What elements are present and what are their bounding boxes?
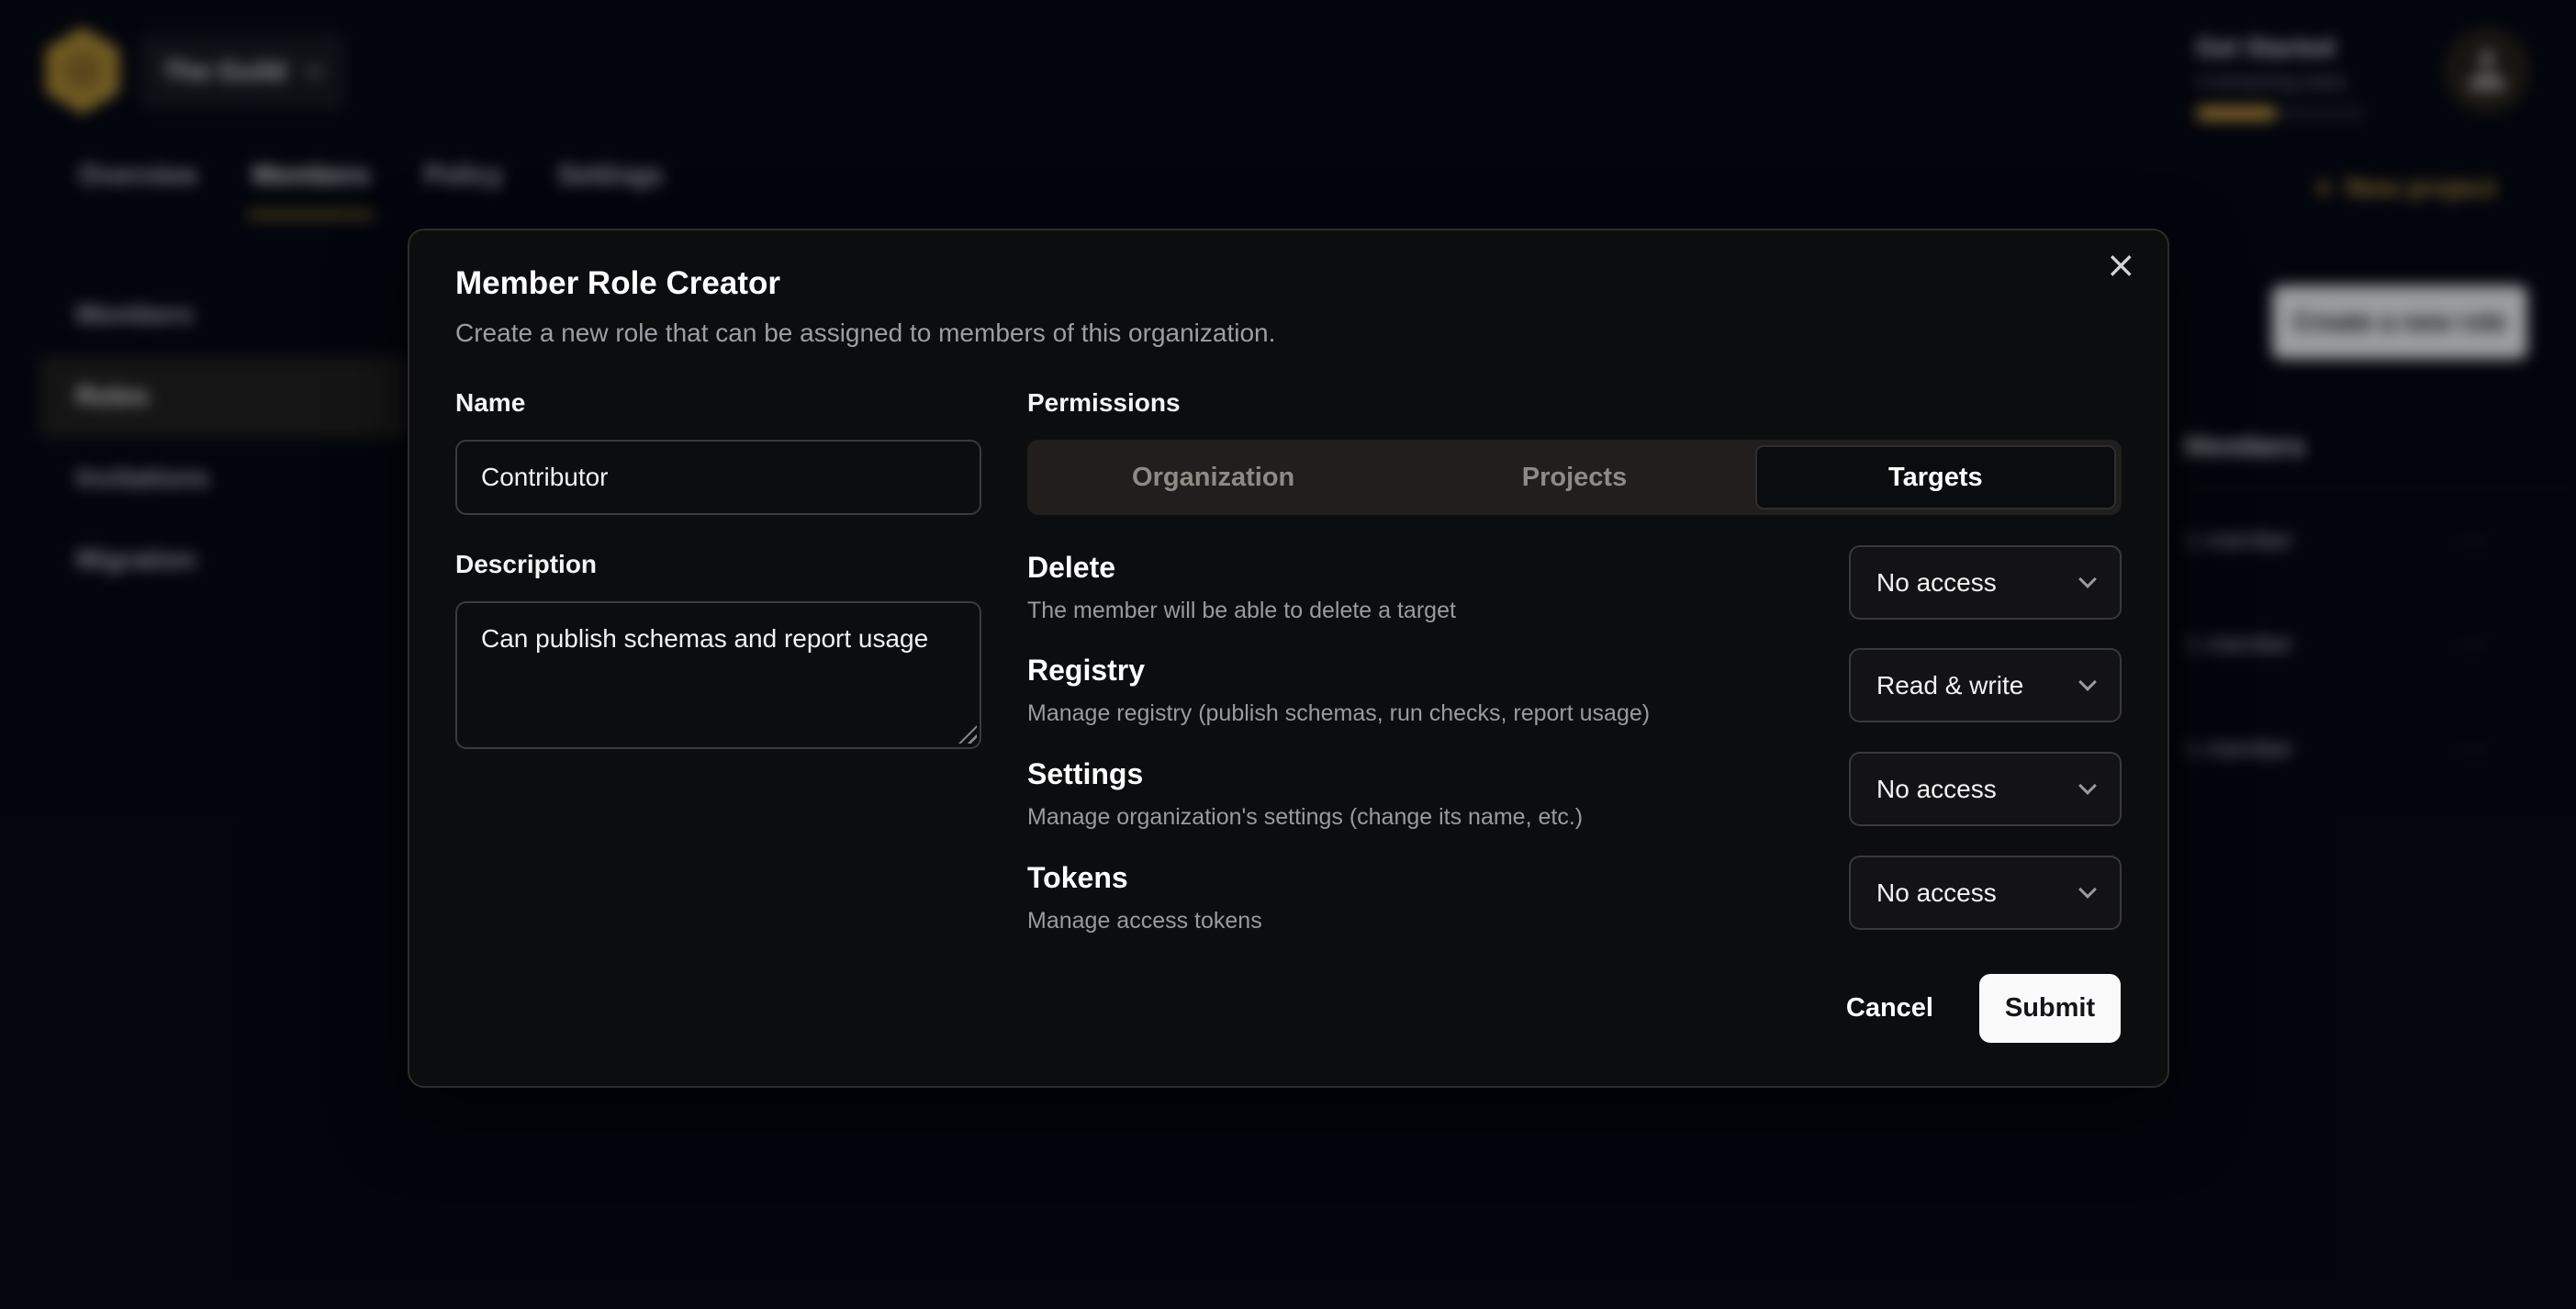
new-project-label: New project — [2346, 173, 2496, 204]
description-label: Description — [455, 550, 597, 579]
permission-row-registry: Registry Manage registry (publish schema… — [1027, 654, 2122, 727]
tab-projects[interactable]: Projects — [1394, 445, 1754, 509]
permissions-label: Permissions — [1027, 388, 1181, 418]
members-column-header: Members — [2184, 431, 2305, 463]
chevron-down-icon — [2078, 880, 2097, 899]
chevron-down-icon — [304, 58, 325, 79]
description-field-wrap: Can publish schemas and report usage — [455, 601, 981, 749]
tab-settings[interactable]: Settings — [558, 161, 663, 213]
submit-button[interactable]: Submit — [1979, 974, 2121, 1043]
registry-access-select[interactable]: Read & write — [1849, 648, 2122, 722]
org-name: The Guild — [163, 57, 286, 87]
sidebar-item-migration[interactable]: Migration — [39, 520, 407, 601]
chevron-down-icon — [2078, 777, 2097, 795]
get-started-widget[interactable]: Get Started 4 remaining tasks — [2196, 33, 2380, 120]
permission-row-settings: Settings Manage organization's settings … — [1027, 757, 2122, 831]
role-description-textarea[interactable]: Can publish schemas and report usage — [455, 601, 981, 749]
tab-members[interactable]: Members — [252, 161, 369, 213]
tab-policy[interactable]: Policy — [424, 161, 502, 213]
cancel-button[interactable]: Cancel — [1846, 993, 1933, 1024]
member-count: 1 member — [2180, 630, 2293, 658]
row-menu-icon[interactable]: ··· — [2458, 525, 2576, 556]
dialog-actions: Cancel Submit — [1846, 974, 2121, 1043]
members-sidebar: Members Roles Invitations Migration — [39, 274, 407, 601]
permission-row-delete: Delete The member will be able to delete… — [1027, 551, 2122, 624]
progress-bar — [2196, 106, 2367, 120]
selected-value: No access — [1876, 568, 1997, 598]
role-row[interactable]: 1 member ··· — [2180, 593, 2576, 697]
role-row[interactable]: 1 member ··· — [2180, 489, 2576, 593]
permissions-tab-group: Organization Projects Targets — [1027, 440, 2122, 515]
member-count: 1 member — [2180, 734, 2293, 763]
get-started-subtitle: 4 remaining tasks — [2196, 72, 2380, 94]
selected-value: No access — [1876, 775, 1997, 804]
tokens-access-select[interactable]: No access — [1849, 856, 2122, 930]
chevron-down-icon — [2078, 673, 2097, 691]
member-role-creator-dialog: × Member Role Creator Create a new role … — [408, 229, 2169, 1088]
delete-access-select[interactable]: No access — [1849, 545, 2122, 620]
sidebar-item-invitations[interactable]: Invitations — [39, 438, 407, 520]
role-row[interactable]: 1 member ··· — [2180, 697, 2576, 800]
row-menu-icon[interactable]: ··· — [2458, 733, 2576, 765]
sidebar-item-members[interactable]: Members — [39, 274, 407, 356]
divider — [2180, 487, 2576, 488]
person-icon — [2469, 50, 2505, 91]
new-project-button[interactable]: + New project — [2314, 173, 2496, 204]
selected-value: Read & write — [1876, 671, 2023, 700]
permission-row-tokens: Tokens Manage access tokens No access — [1027, 861, 2122, 934]
tab-targets[interactable]: Targets — [1755, 445, 2116, 509]
member-count: 1 member — [2180, 526, 2293, 554]
tab-overview[interactable]: Overview — [79, 161, 197, 213]
sidebar-item-roles[interactable]: Roles — [39, 356, 407, 438]
progress-fill — [2196, 106, 2276, 120]
role-name-input[interactable] — [455, 440, 981, 515]
hive-logo-icon[interactable] — [43, 28, 122, 114]
plus-icon: + — [2314, 173, 2333, 204]
user-avatar[interactable] — [2446, 29, 2528, 112]
selected-value: No access — [1876, 878, 1997, 908]
dialog-title: Member Role Creator — [455, 265, 780, 302]
tab-organization[interactable]: Organization — [1033, 445, 1394, 509]
row-menu-icon[interactable]: ··· — [2458, 629, 2576, 660]
create-role-button[interactable]: Create a new role — [2272, 285, 2527, 359]
get-started-title: Get Started — [2196, 33, 2380, 62]
org-switcher-button[interactable]: The Guild — [140, 33, 345, 110]
settings-access-select[interactable]: No access — [1849, 752, 2122, 826]
close-icon[interactable]: × — [2105, 247, 2136, 284]
chevron-down-icon — [2078, 570, 2097, 588]
org-nav-tabs: Overview Members Policy Settings — [79, 161, 663, 213]
dialog-subtitle: Create a new role that can be assigned t… — [455, 319, 1275, 348]
name-label: Name — [455, 388, 525, 418]
